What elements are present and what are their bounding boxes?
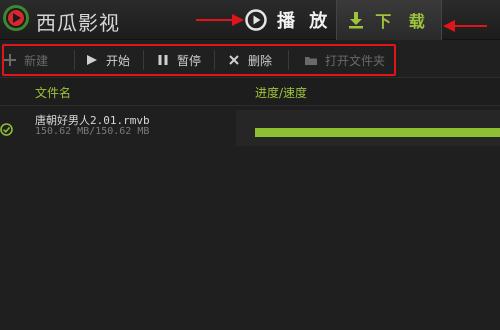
app-window: 西瓜影视 播 放 下 载 新建 开始 暂停 删除 打开文件夹 文件名 进度/速度… [0,0,500,330]
progress-bar [255,128,500,137]
app-title: 西瓜影视 [36,11,120,35]
annotation-arrow-right-icon [196,14,244,26]
annotation-arrow-left-icon [443,20,487,32]
file-size: 150.62 MB/150.62 MB [35,126,150,137]
check-circle-icon [0,123,13,136]
annotation-highlight-box [2,44,396,76]
download-tab[interactable]: 下 载 [336,0,442,40]
play-circle-icon [245,9,267,31]
column-name[interactable]: 文件名 [35,84,71,101]
column-header [0,78,500,106]
play-button[interactable]: 播 放 [245,6,345,34]
download-label: 下 载 [375,12,431,31]
watermelon-logo-icon [3,5,29,31]
column-progress[interactable]: 进度/速度 [255,84,307,101]
play-label: 播 放 [277,11,332,32]
progress-bar-fill [255,128,500,137]
download-icon [349,12,364,29]
